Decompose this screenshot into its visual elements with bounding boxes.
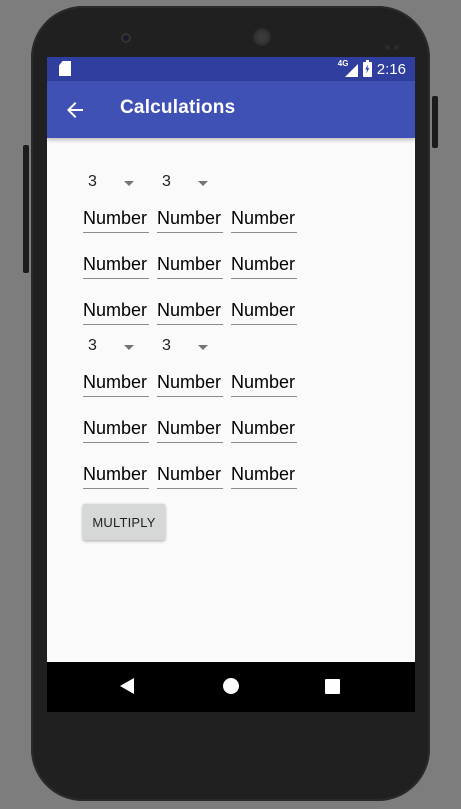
status-bar: 4G 2:16 [47,57,415,81]
dropdown-arrow-icon [124,181,134,186]
nav-recents-icon[interactable] [325,679,340,694]
spinner-value: 3 [162,173,171,190]
matrix-b-cell-2-3[interactable] [231,415,297,443]
dropdown-arrow-icon [124,345,134,350]
main-content: 3 3 3 [47,138,415,662]
matrix-a-row-2 [83,251,297,279]
sd-card-icon [59,61,71,76]
matrix-a-cell-1-3[interactable] [231,205,297,233]
app-bar: Calculations [47,81,415,138]
matrix-a-cell-3-2[interactable] [157,297,223,325]
matrix-a-cell-2-1[interactable] [83,251,149,279]
matrix-a-rows-spinner[interactable]: 3 [83,170,157,196]
matrix-a-cell-1-1[interactable] [83,205,149,233]
dropdown-arrow-icon [198,181,208,186]
matrix-b-cols-spinner[interactable]: 3 [157,334,231,360]
arrow-back-icon[interactable] [63,98,87,122]
matrix-a-cell-2-2[interactable] [157,251,223,279]
nav-back-icon[interactable] [120,678,134,694]
matrix-a-row-1 [83,205,297,233]
matrix-b-size-row: 3 3 [83,334,231,360]
matrix-b-row-3 [83,461,297,489]
matrix-b-row-2 [83,415,297,443]
matrix-b-cell-1-3[interactable] [231,369,297,397]
matrix-a-cell-3-1[interactable] [83,297,149,325]
proximity-sensors [385,35,403,50]
front-camera [121,33,131,43]
dropdown-arrow-icon [198,345,208,350]
matrix-a-size-row: 3 3 [83,170,231,196]
spinner-value: 3 [88,337,97,354]
system-nav-bar [47,662,415,712]
matrix-b-cell-3-3[interactable] [231,461,297,489]
status-clock: 2:16 [376,60,406,78]
battery-charging-icon [362,59,372,77]
matrix-a-cols-spinner[interactable]: 3 [157,170,231,196]
spinner-value: 3 [88,173,97,190]
matrix-b-row-1 [83,369,297,397]
multiply-button[interactable]: MULTIPLY [83,504,165,540]
matrix-b-cell-2-1[interactable] [83,415,149,443]
page-title: Calculations [120,97,236,118]
earpiece-speaker [253,28,271,46]
matrix-b-cell-3-2[interactable] [157,461,223,489]
matrix-a-cell-1-2[interactable] [157,205,223,233]
matrix-b-cell-3-1[interactable] [83,461,149,489]
status-indicators: 4G 2:16 [338,57,406,81]
matrix-b-cell-1-1[interactable] [83,369,149,397]
spinner-value: 3 [162,337,171,354]
cell-signal-icon: 4G [338,59,358,77]
nav-home-icon[interactable] [223,678,239,694]
power-button [432,96,438,148]
matrix-a-row-3 [83,297,297,325]
matrix-b-cell-2-2[interactable] [157,415,223,443]
matrix-b-rows-spinner[interactable]: 3 [83,334,157,360]
device-screen: 4G 2:16 Calculations 3 3 Number Number N… [47,57,415,712]
matrix-a-cell-2-3[interactable] [231,251,297,279]
matrix-a-cell-3-3[interactable] [231,297,297,325]
matrix-b-cell-1-2[interactable] [157,369,223,397]
volume-button [23,145,29,273]
